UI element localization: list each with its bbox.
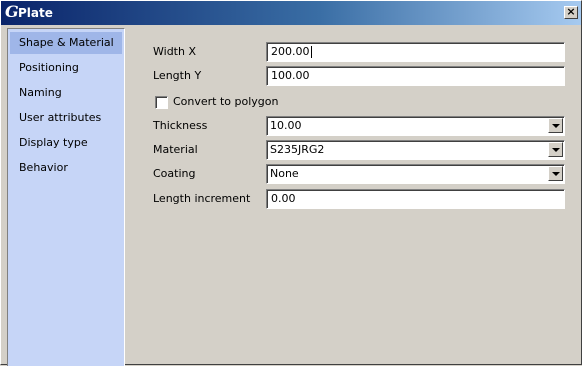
thickness-label: Thickness — [153, 119, 208, 132]
length-y-input[interactable]: 100.00 — [266, 66, 565, 86]
chevron-down-icon[interactable] — [548, 118, 563, 133]
width-x-value: 200.00 — [271, 45, 310, 58]
sidebar-item-shape-material[interactable]: Shape & Material — [10, 32, 122, 54]
length-increment-label: Length increment — [153, 192, 251, 205]
width-x-input[interactable]: 200.00 — [266, 42, 565, 62]
sidebar-item-behavior[interactable]: Behavior — [10, 157, 122, 179]
plate-dialog: G Plate × Shape & Material Positioning N… — [0, 0, 582, 366]
window-title: Plate — [18, 6, 53, 20]
length-y-label: Length Y — [153, 69, 202, 82]
sidebar-item-positioning[interactable]: Positioning — [10, 57, 122, 79]
close-button[interactable]: × — [564, 6, 578, 19]
material-value: S235JRG2 — [270, 143, 325, 156]
sidebar-item-display-type[interactable]: Display type — [10, 132, 122, 154]
coating-select[interactable]: None — [266, 164, 565, 184]
thickness-value: 10.00 — [270, 119, 302, 132]
material-label: Material — [153, 143, 198, 156]
text-caret — [310, 46, 312, 58]
sidebar: Shape & Material Positioning Naming User… — [7, 28, 125, 366]
convert-to-polygon-checkbox[interactable] — [155, 96, 168, 109]
thickness-select[interactable]: 10.00 — [266, 116, 565, 136]
close-icon: × — [566, 5, 576, 18]
chevron-down-icon[interactable] — [548, 166, 563, 181]
length-increment-input[interactable]: 0.00 — [266, 189, 565, 209]
material-select[interactable]: S235JRG2 — [266, 140, 565, 160]
app-logo-icon: G — [5, 2, 19, 21]
chevron-down-icon[interactable] — [548, 142, 563, 157]
sidebar-item-naming[interactable]: Naming — [10, 82, 122, 104]
convert-to-polygon-label[interactable]: Convert to polygon — [173, 93, 279, 111]
length-y-value: 100.00 — [271, 69, 310, 82]
coating-value: None — [270, 167, 299, 180]
width-x-label: Width X — [153, 45, 196, 58]
title-bar[interactable]: G Plate × — [1, 1, 581, 25]
length-increment-value: 0.00 — [271, 192, 296, 205]
coating-label: Coating — [153, 167, 196, 180]
sidebar-item-user-attributes[interactable]: User attributes — [10, 107, 122, 129]
